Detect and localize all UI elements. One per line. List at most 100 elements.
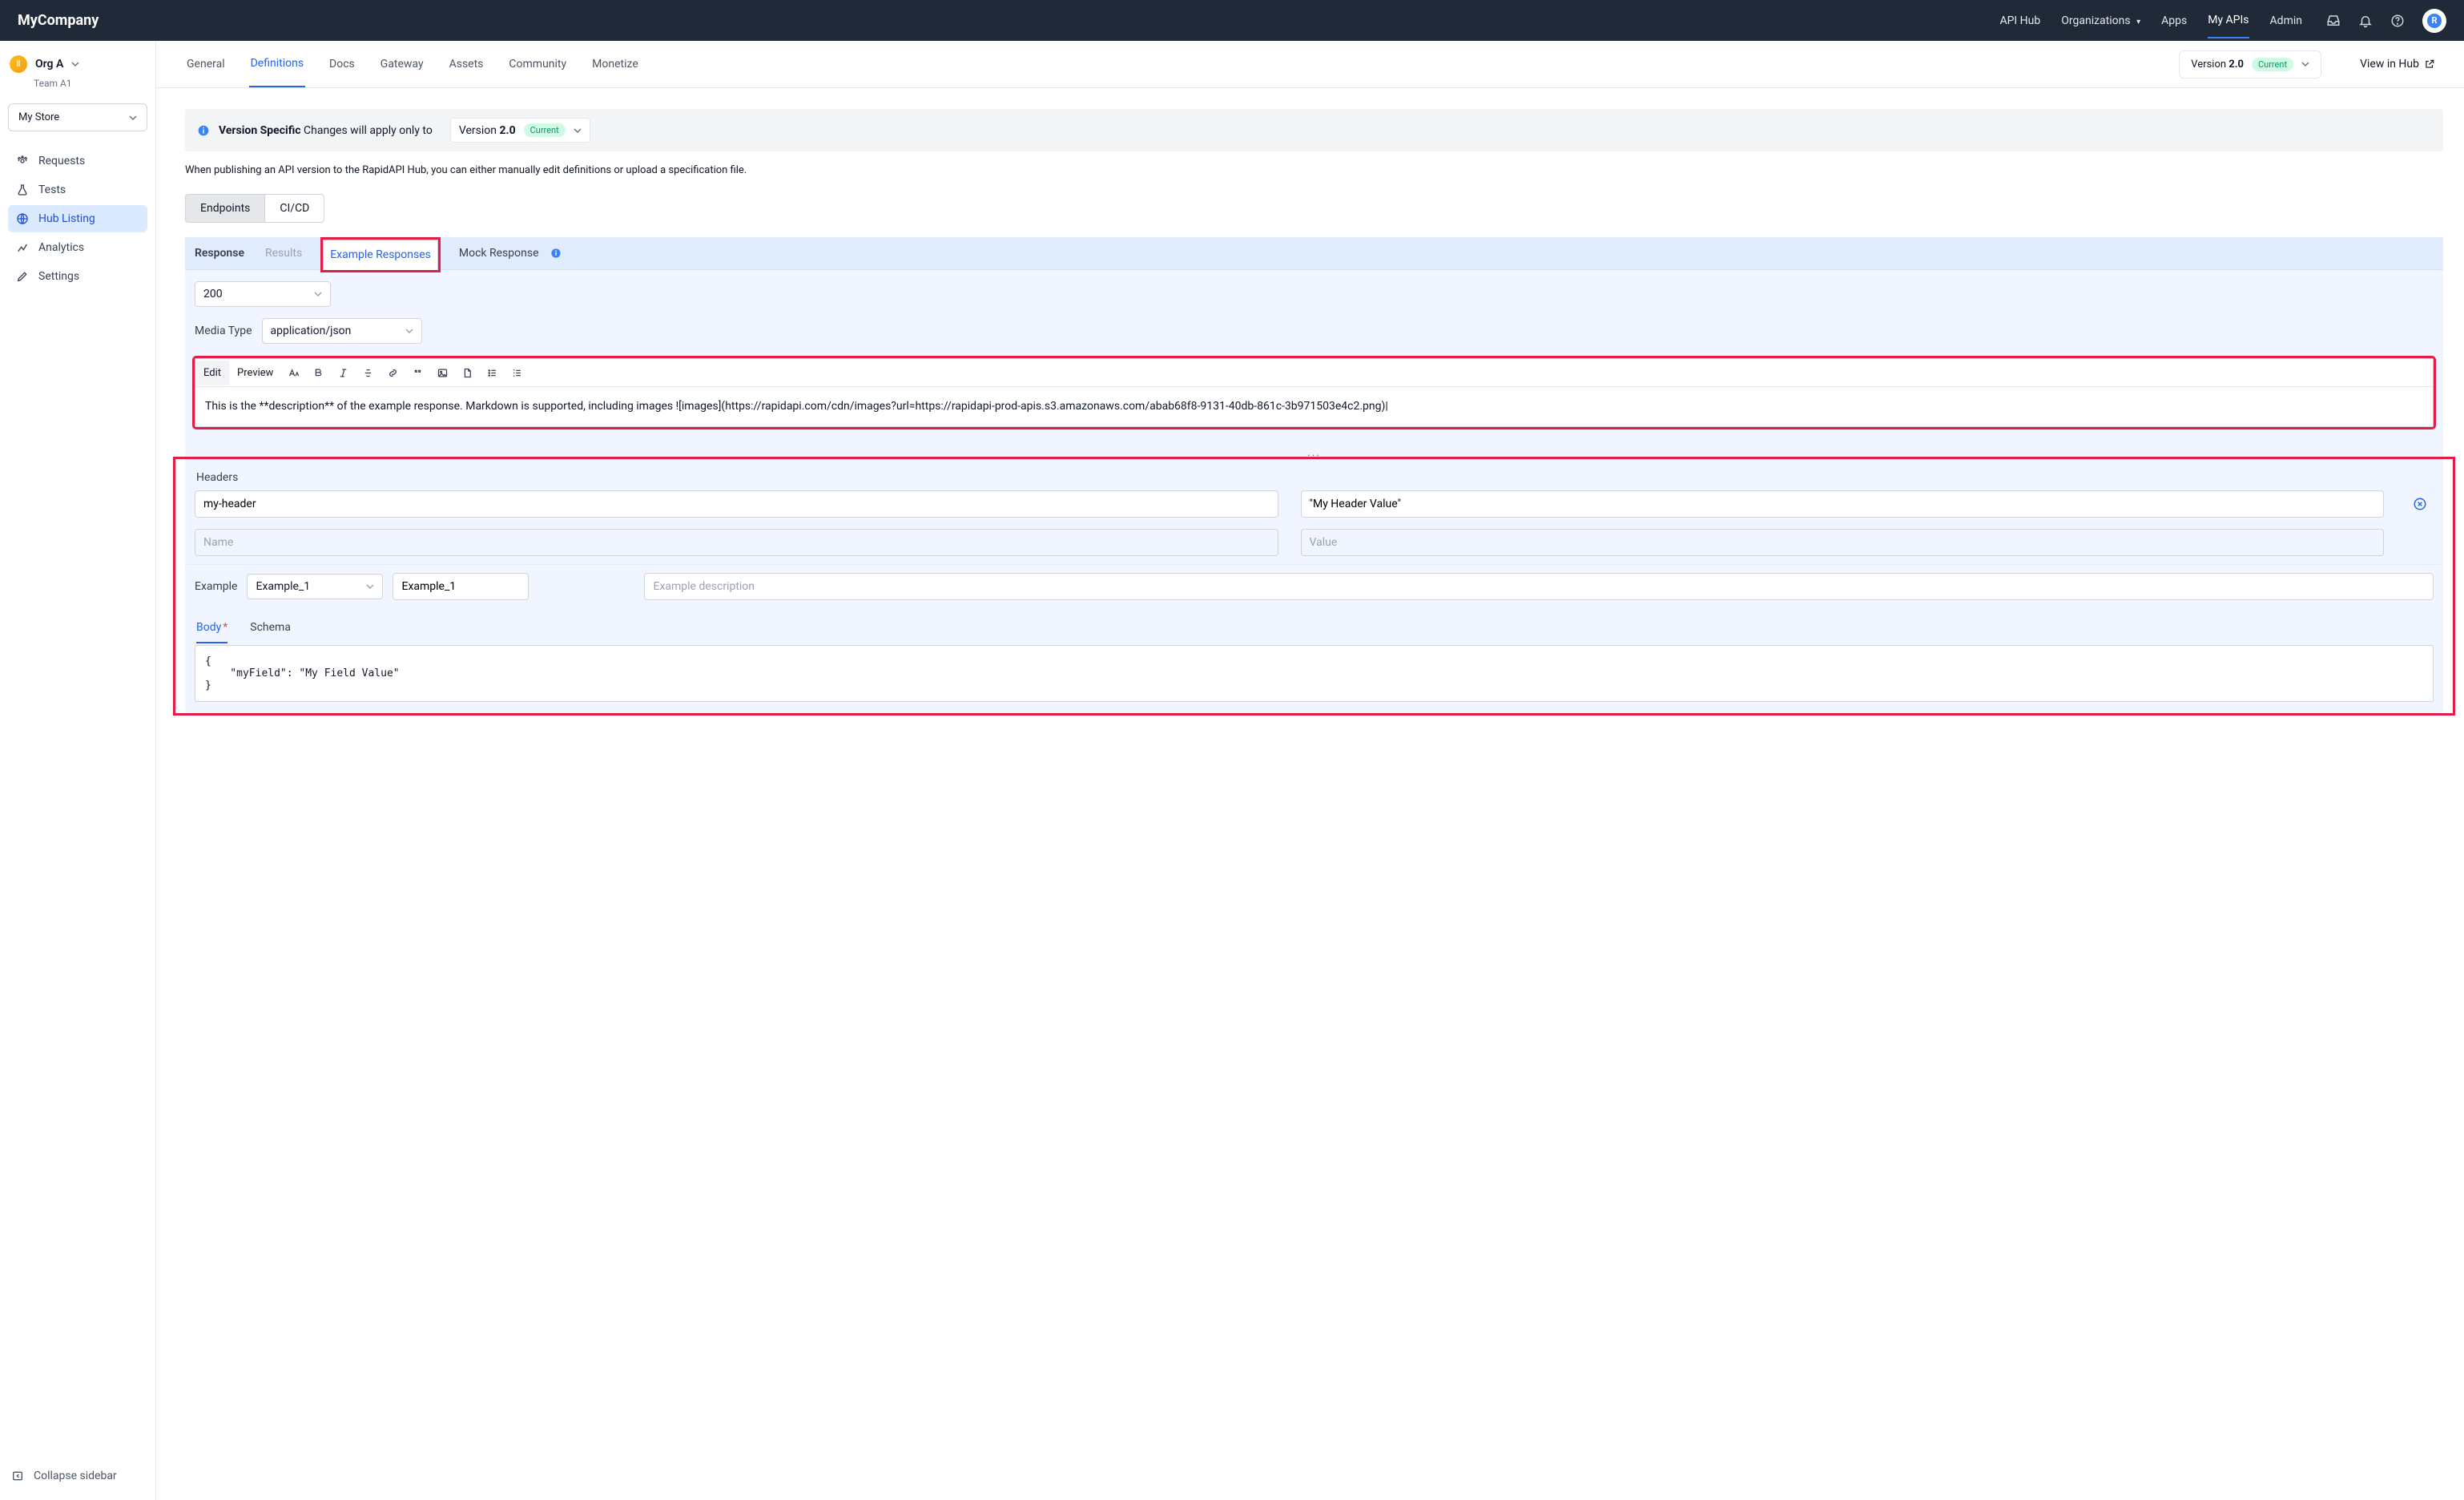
body-code-editor[interactable]: { "myField": "My Field Value" } bbox=[195, 645, 2434, 702]
rtab-response[interactable]: Response bbox=[195, 237, 244, 269]
org-name: Org A bbox=[35, 58, 63, 71]
nav-organizations-label: Organizations bbox=[2061, 14, 2130, 27]
subtabs: Endpoints CI/CD bbox=[185, 194, 2443, 223]
store-selector[interactable]: My Store bbox=[8, 103, 147, 131]
body-tab-schema[interactable]: Schema bbox=[250, 616, 291, 643]
version-notice: Version Specific Changes will apply only… bbox=[185, 109, 2443, 151]
subtab-cicd[interactable]: CI/CD bbox=[264, 194, 324, 223]
response-tabs: Response Results Example Responses Mock … bbox=[185, 237, 2443, 270]
collapse-label: Collapse sidebar bbox=[34, 1470, 117, 1482]
globe-icon bbox=[16, 212, 29, 225]
version-text: Version 2.0 bbox=[2191, 58, 2244, 71]
nav-api-hub[interactable]: API Hub bbox=[1999, 13, 2040, 29]
inbox-icon[interactable] bbox=[2326, 14, 2341, 28]
nav-organizations[interactable]: Organizations ▾ bbox=[2061, 13, 2140, 29]
notice-msg: Changes will apply only to bbox=[301, 124, 433, 137]
editor-toolbar: Edit Preview bbox=[195, 359, 2433, 387]
tab-gateway[interactable]: Gateway bbox=[379, 42, 425, 87]
help-icon[interactable] bbox=[2390, 14, 2405, 28]
user-avatar[interactable]: R bbox=[2422, 9, 2446, 33]
link-icon[interactable] bbox=[380, 359, 405, 386]
nav-my-apis[interactable]: My APIs bbox=[2208, 12, 2249, 38]
sidebar-item-hub-listing[interactable]: Hub Listing bbox=[8, 205, 147, 232]
tab-docs[interactable]: Docs bbox=[328, 42, 356, 87]
rtab-mock[interactable]: Mock Response bbox=[459, 237, 539, 269]
editor-edit-button[interactable]: Edit bbox=[195, 361, 229, 385]
analytics-icon bbox=[16, 241, 29, 254]
notice-version-pill[interactable]: Version 2.0 Current bbox=[450, 118, 590, 143]
collapse-sidebar[interactable]: Collapse sidebar bbox=[8, 1463, 147, 1489]
collapse-icon bbox=[11, 1470, 24, 1482]
bell-icon[interactable] bbox=[2358, 14, 2373, 28]
chevron-down-icon bbox=[405, 327, 413, 335]
tab-row: General Definitions Docs Gateway Assets … bbox=[156, 41, 2464, 88]
tab-definitions[interactable]: Definitions bbox=[249, 41, 305, 87]
sidebar-item-settings[interactable]: Settings bbox=[8, 263, 147, 290]
pencil-icon bbox=[16, 270, 29, 283]
sidebar-label: Requests bbox=[38, 155, 85, 167]
number-list-icon[interactable] bbox=[505, 359, 529, 386]
text-size-icon[interactable] bbox=[281, 359, 306, 386]
strikethrough-icon[interactable] bbox=[356, 359, 380, 386]
example-select[interactable]: Example_1 bbox=[247, 574, 383, 599]
headers-label: Headers bbox=[185, 460, 2443, 490]
editor-preview-button[interactable]: Preview bbox=[229, 361, 281, 385]
sidebar-item-requests[interactable]: Requests bbox=[8, 147, 147, 175]
avatar-initial: R bbox=[2427, 14, 2442, 28]
header-name-placeholder[interactable] bbox=[195, 529, 1278, 556]
example-label: Example bbox=[195, 580, 237, 593]
sidebar-label: Analytics bbox=[38, 241, 84, 254]
version-selector[interactable]: Version 2.0 Current bbox=[2179, 50, 2321, 79]
example-name-input[interactable] bbox=[393, 573, 529, 600]
info-icon bbox=[198, 125, 209, 136]
bullet-list-icon[interactable] bbox=[480, 359, 505, 386]
example-description-input[interactable] bbox=[644, 573, 2434, 600]
header-value-placeholder[interactable] bbox=[1301, 529, 2385, 556]
tests-icon bbox=[16, 183, 29, 196]
tab-monetize[interactable]: Monetize bbox=[590, 42, 640, 87]
notice-title: Version Specific bbox=[219, 124, 301, 137]
body-tab-body[interactable]: Body* bbox=[196, 616, 227, 643]
external-link-icon bbox=[2424, 58, 2435, 70]
italic-icon[interactable] bbox=[331, 359, 356, 386]
main: General Definitions Docs Gateway Assets … bbox=[156, 41, 2464, 1500]
sidebar-item-tests[interactable]: Tests bbox=[8, 176, 147, 204]
file-icon[interactable] bbox=[455, 359, 480, 386]
tab-assets[interactable]: Assets bbox=[448, 42, 485, 87]
sidebar-label: Settings bbox=[38, 270, 79, 283]
drag-handle[interactable]: ... bbox=[185, 442, 2443, 459]
editor-textarea[interactable]: This is the **description** of the examp… bbox=[195, 387, 2433, 426]
top-nav: MyCompany API Hub Organizations ▾ Apps M… bbox=[0, 0, 2464, 41]
nav-admin[interactable]: Admin bbox=[2270, 13, 2302, 29]
view-in-hub[interactable]: View in Hub bbox=[2360, 58, 2435, 71]
requests-icon bbox=[16, 155, 29, 167]
media-type-select[interactable]: application/json bbox=[262, 318, 422, 344]
remove-header-icon[interactable] bbox=[2413, 497, 2427, 511]
info-icon[interactable] bbox=[550, 248, 562, 259]
tab-community[interactable]: Community bbox=[507, 42, 568, 87]
chevron-down-icon bbox=[2301, 60, 2309, 68]
rtab-example-responses[interactable]: Example Responses bbox=[323, 240, 438, 270]
rtab-results: Results bbox=[265, 237, 302, 269]
status-code-select[interactable]: 200 bbox=[195, 281, 331, 307]
status-code-value: 200 bbox=[203, 288, 223, 300]
response-panel: Response Results Example Responses Mock … bbox=[185, 237, 2443, 713]
image-icon[interactable] bbox=[430, 359, 455, 386]
org-selector[interactable]: ⦀ Org A bbox=[8, 52, 147, 76]
tab-general[interactable]: General bbox=[185, 42, 227, 87]
media-type-value: application/json bbox=[271, 325, 352, 337]
header-name-input[interactable] bbox=[195, 490, 1278, 518]
view-hub-label: View in Hub bbox=[2360, 58, 2419, 71]
current-badge: Current bbox=[524, 123, 566, 137]
subtab-endpoints[interactable]: Endpoints bbox=[185, 194, 264, 223]
description-editor: Edit Preview bbox=[195, 358, 2434, 427]
chevron-down-icon bbox=[71, 60, 79, 68]
current-badge: Current bbox=[2252, 58, 2293, 71]
quote-icon[interactable] bbox=[405, 359, 430, 386]
bold-icon[interactable] bbox=[306, 359, 331, 386]
header-value-input[interactable] bbox=[1301, 490, 2385, 518]
sidebar-item-analytics[interactable]: Analytics bbox=[8, 234, 147, 261]
notice-version-text: Version 2.0 bbox=[459, 124, 516, 137]
nav-apps[interactable]: Apps bbox=[2161, 13, 2187, 29]
chevron-down-icon bbox=[366, 583, 374, 591]
